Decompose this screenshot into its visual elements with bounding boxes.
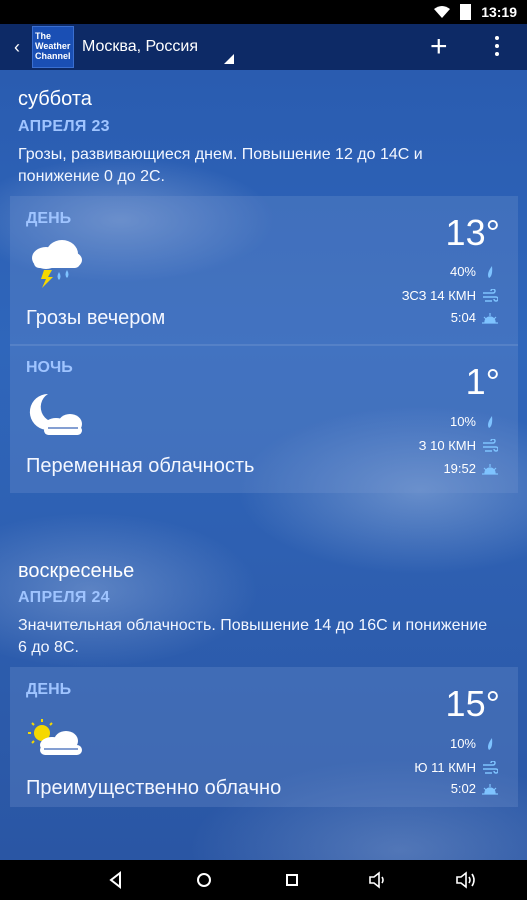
sun-cloud-icon [28,719,82,755]
sunrise-icon [482,312,498,324]
back-icon[interactable]: ‹ [6,37,28,58]
period-label: ДЕНЬ [26,681,72,698]
raindrop-icon [488,415,493,428]
period-label: НОЧЬ [26,359,73,376]
wind-icon [483,438,498,452]
precip-row: 10% [450,736,498,751]
day-date: АПРЕЛЯ 24 [18,589,110,606]
day-description: Значительная облачность. Повышение 14 до… [18,617,488,656]
sunset-row: 19:52 [443,461,498,476]
raindrop-icon [488,737,493,750]
temperature: 1° [465,361,500,402]
overflow-menu-icon[interactable] [494,36,500,60]
temperature: 13° [445,212,500,253]
dropdown-indicator-icon[interactable] [224,54,234,64]
nav-home-icon[interactable] [194,870,214,890]
wind-icon [483,760,498,774]
volume-down-icon[interactable] [368,870,388,890]
nav-back-icon[interactable] [106,870,126,890]
sunrise-icon [482,783,498,795]
day-title: суббота [18,88,92,110]
sunset-icon [482,463,498,475]
weather-channel-logo[interactable]: The Weather Channel [32,26,74,68]
wind-row: ЗСЗ 14 КМН [402,288,498,303]
forecast-panel[interactable]: ДЕНЬ Преимущественно облачно 15° 10% Ю 1… [10,667,518,807]
add-location-icon[interactable]: + [430,32,448,62]
status-bar: 13:19 [0,0,527,24]
precip-row: 40% [450,264,498,279]
location-selector[interactable]: Москва, Россия [82,38,198,56]
status-time: 13:19 [481,4,517,20]
thunderstorm-icon [32,240,82,288]
volume-up-icon[interactable] [456,870,476,890]
divider [10,344,518,346]
system-nav-bar [0,860,527,900]
day-date: АПРЕЛЯ 23 [18,118,110,135]
day-description: Грозы, развивающиеся днем. Повышение 12 … [18,146,423,185]
wifi-icon [434,6,451,18]
app-bar: ‹ The Weather Channel Москва, Россия [0,24,527,70]
nav-recents-icon[interactable] [282,870,302,890]
forecast-panel[interactable]: ДЕНЬ Грозы вечером 13° 40% ЗСЗ 14 КМН 5:… [10,196,518,493]
sunrise-row: 5:04 [451,310,498,325]
condition-text: Переменная облачность [26,455,255,477]
day-title: воскресенье [18,560,135,582]
raindrop-icon [488,265,493,278]
wind-row: З 10 КМН [419,438,498,453]
condition-text: Грозы вечером [26,307,166,329]
condition-text: Преимущественно облачно [26,777,282,799]
battery-icon [460,4,472,20]
period-label: ДЕНЬ [26,210,72,227]
wind-icon [483,288,498,302]
wind-row: Ю 11 КМН [414,760,498,775]
sunrise-row: 5:02 [451,781,498,796]
moon-cloud-icon [29,393,82,435]
precip-row: 10% [450,414,498,429]
temperature: 15° [445,683,500,724]
